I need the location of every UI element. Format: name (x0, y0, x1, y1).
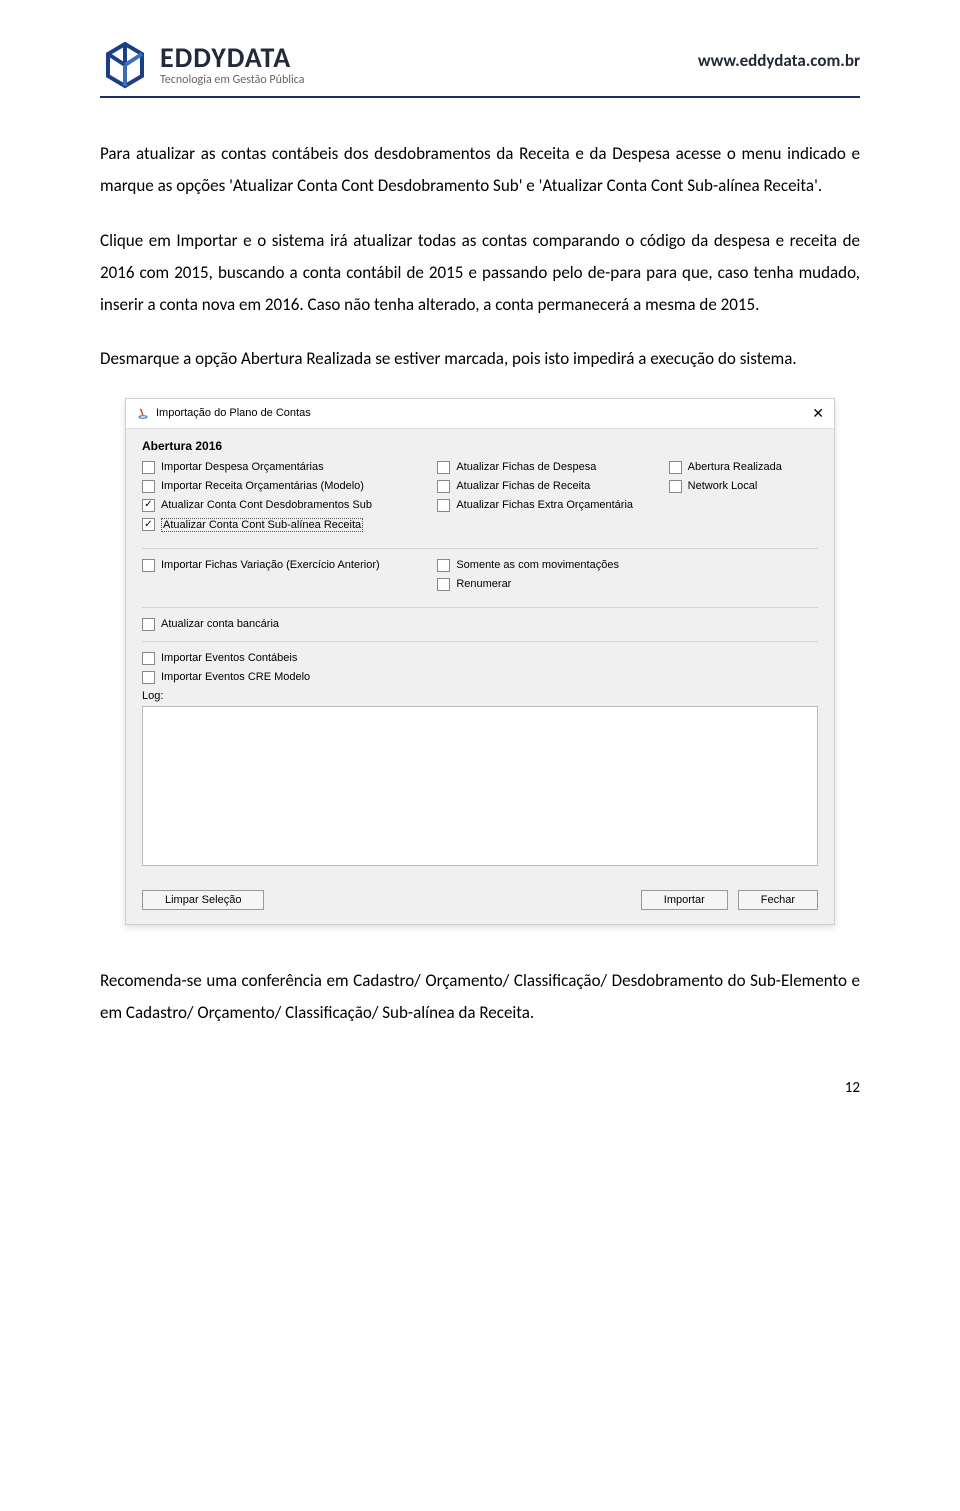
chk-atualizar-cont-desdobramentos-sub[interactable]: Atualizar Conta Cont Desdobramentos Sub (142, 499, 419, 512)
btn-limpar-selecao[interactable]: Limpar Seleção (142, 890, 264, 910)
chk-atualizar-conta-bancaria[interactable]: Atualizar conta bancária (142, 618, 818, 631)
dialog-title: Importação do Plano de Contas (156, 407, 311, 419)
chk-renumerar[interactable]: Renumerar (437, 578, 650, 591)
chk-network-local[interactable]: Network Local (669, 480, 818, 493)
section-title: Abertura 2016 (142, 439, 818, 453)
chk-importar-eventos-cre[interactable]: Importar Eventos CRE Modelo (142, 671, 818, 684)
chk-importar-fichas-variacao[interactable]: Importar Fichas Variação (Exercício Ante… (142, 559, 419, 572)
brand-tagline: Tecnologia em Gestão Pública (160, 74, 304, 86)
log-textarea[interactable] (142, 706, 818, 866)
page-header: EDDYDATA Tecnologia em Gestão Pública ww… (100, 40, 860, 98)
logo-block: EDDYDATA Tecnologia em Gestão Pública (100, 40, 304, 90)
chk-somente-movimentacoes[interactable]: Somente as com movimentações (437, 559, 650, 572)
company-logo-icon (100, 40, 150, 90)
btn-importar[interactable]: Importar (641, 890, 728, 910)
log-label: Log: (142, 690, 818, 702)
paragraph: Clique em Importar e o sistema irá atual… (100, 225, 860, 322)
dialog-titlebar: Importação do Plano de Contas ✕ (126, 399, 834, 429)
btn-fechar[interactable]: Fechar (738, 890, 818, 910)
paragraph: Recomenda-se uma conferência em Cadastro… (100, 965, 860, 1030)
close-icon[interactable]: ✕ (812, 405, 824, 422)
page-number: 12 (100, 1079, 860, 1097)
paragraph: Para atualizar as contas contábeis dos d… (100, 138, 860, 203)
chk-importar-receita-modelo[interactable]: Importar Receita Orçamentárias (Modelo) (142, 480, 419, 493)
chk-atualizar-fichas-extra[interactable]: Atualizar Fichas Extra Orçamentária (437, 499, 650, 512)
chk-importar-eventos-contabeis[interactable]: Importar Eventos Contábeis (142, 652, 818, 665)
paragraph: Desmarque a opção Abertura Realizada se … (100, 343, 860, 375)
chk-atualizar-cont-sub-alinea-receita[interactable]: Atualizar Conta Cont Sub-alínea Receita (142, 518, 419, 532)
body-text: Recomenda-se uma conferência em Cadastro… (100, 965, 860, 1030)
java-icon (136, 406, 150, 420)
body-text: Para atualizar as contas contábeis dos d… (100, 138, 860, 376)
chk-importar-despesa[interactable]: Importar Despesa Orçamentárias (142, 461, 419, 474)
chk-abertura-realizada[interactable]: Abertura Realizada (669, 461, 818, 474)
brand-name: EDDYDATA (160, 44, 304, 72)
chk-atualizar-fichas-despesa[interactable]: Atualizar Fichas de Despesa (437, 461, 650, 474)
dialog-import-plano-contas: Importação do Plano de Contas ✕ Abertura… (125, 398, 835, 925)
site-url: www.eddydata.com.br (698, 50, 860, 71)
chk-atualizar-fichas-receita[interactable]: Atualizar Fichas de Receita (437, 480, 650, 493)
